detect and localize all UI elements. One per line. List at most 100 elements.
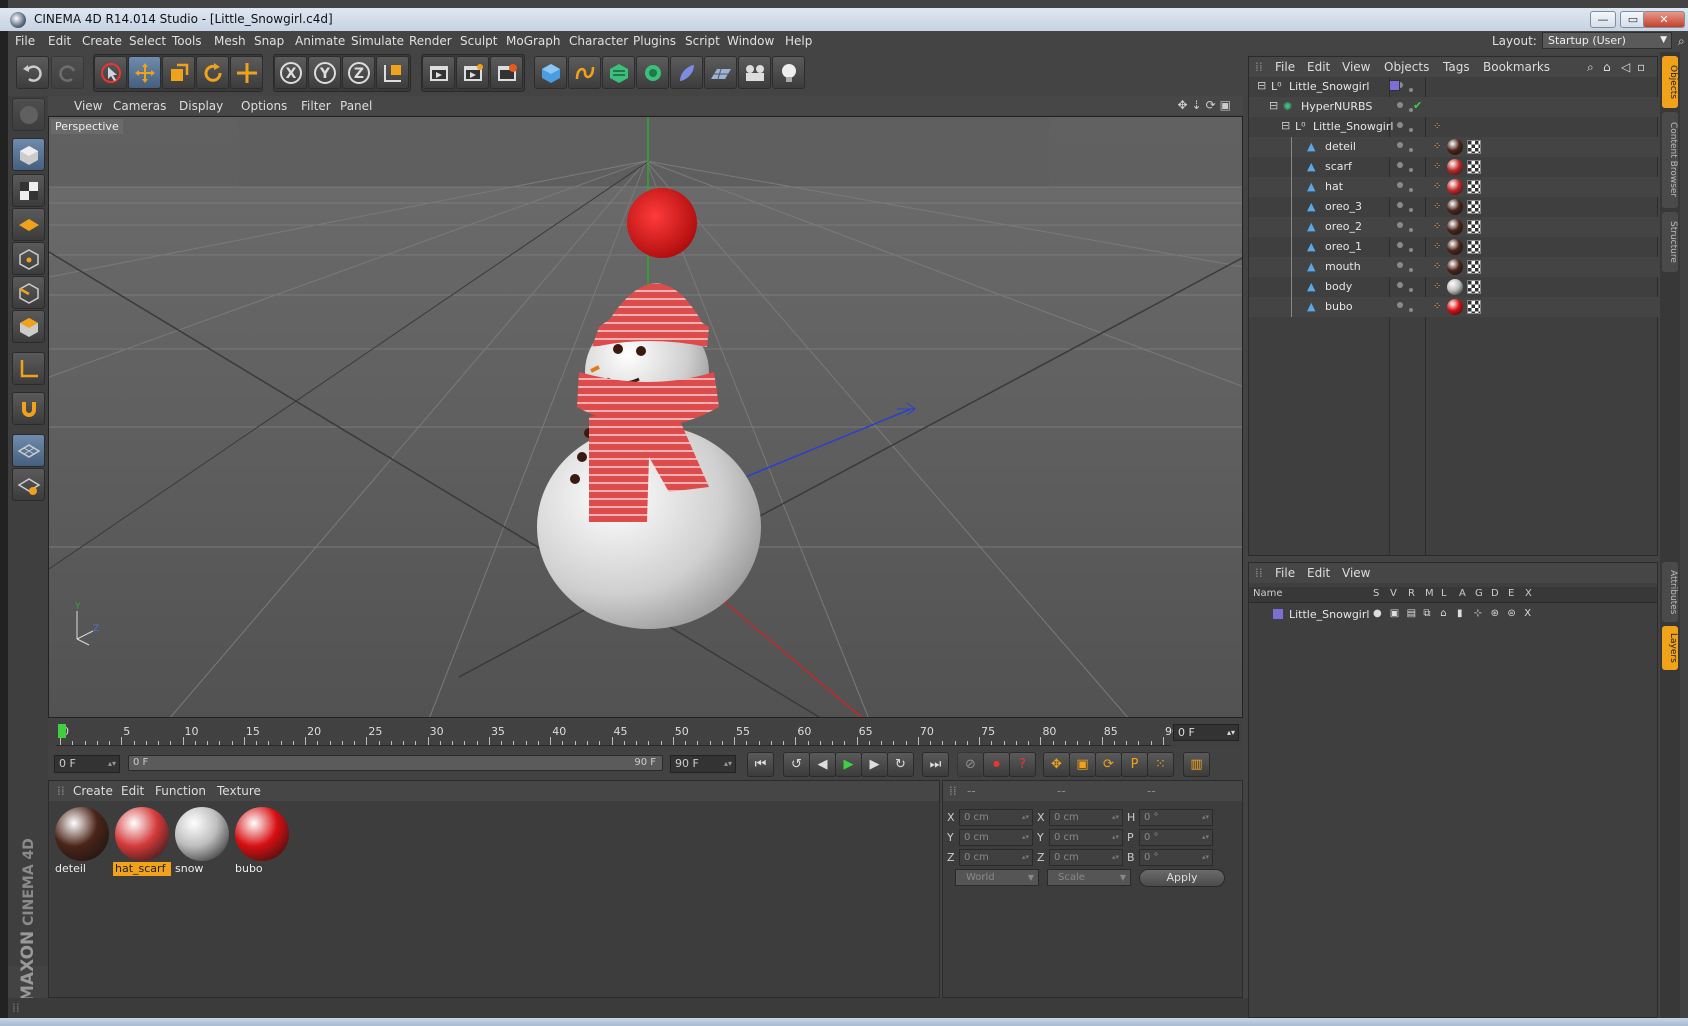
y-axis-icon[interactable]: Y <box>308 56 341 89</box>
material-tag-icon[interactable] <box>1447 299 1463 315</box>
mat-menu-texture[interactable]: Texture <box>217 784 261 798</box>
uvw-tag-icon[interactable] <box>1467 240 1481 254</box>
obj-menu-bookmarks[interactable]: Bookmarks <box>1483 60 1550 74</box>
menu-select[interactable]: Select <box>129 34 166 48</box>
phong-tag-icon[interactable]: ⁘ <box>1433 181 1443 192</box>
editor-visibility-dot[interactable] <box>1397 282 1403 288</box>
object-row-Little_Snowgirl[interactable]: ⊟ L⁰ Little_Snowgirl ⁘ <box>1249 117 1659 137</box>
workplane-icon[interactable] <box>12 208 45 241</box>
object-row-deteil[interactable]: ▲ deteil ⁘ <box>1249 137 1659 157</box>
material-tag-icon[interactable] <box>1447 159 1463 175</box>
editor-visibility-dot[interactable] <box>1397 122 1403 128</box>
grid-snap-icon[interactable] <box>12 468 45 501</box>
editor-visibility-dot[interactable] <box>1397 182 1403 188</box>
menu-help[interactable]: Help <box>785 34 812 48</box>
menu-render[interactable]: Render <box>409 34 452 48</box>
render-visibility-dot[interactable] <box>1409 308 1413 312</box>
go-to-end-button[interactable]: ⏭ <box>922 752 949 777</box>
expand-icon[interactable]: ⊟ <box>1257 79 1266 92</box>
go-to-start-button[interactable]: ⏮ <box>747 752 774 777</box>
layer-toggle-icon[interactable]: ▣ <box>1390 608 1399 619</box>
timeline-window-icon[interactable]: ▥ <box>1183 752 1210 777</box>
scale-icon[interactable] <box>162 56 195 89</box>
layer-color-swatch[interactable] <box>1389 80 1400 91</box>
array-icon[interactable] <box>636 56 669 89</box>
nurbs-icon[interactable] <box>602 56 635 89</box>
layer-toggle-icon[interactable]: ▮ <box>1457 608 1463 619</box>
menu-animate[interactable]: Animate <box>295 34 345 48</box>
object-row-oreo_3[interactable]: ▲ oreo_3 ⁘ <box>1249 197 1659 217</box>
stepper-icon[interactable]: ▴▾ <box>1112 830 1119 845</box>
material-bubo[interactable]: bubo <box>233 805 291 877</box>
layer-column-r[interactable]: R <box>1408 588 1415 599</box>
layer-menu-view[interactable]: View <box>1342 566 1370 580</box>
obj-menu-tags[interactable]: Tags <box>1443 60 1470 74</box>
camera-icon[interactable] <box>738 56 771 89</box>
move-icon[interactable] <box>128 56 161 89</box>
record-pla-icon[interactable]: ⁙ <box>1147 752 1174 777</box>
model-mode-icon[interactable] <box>12 138 45 171</box>
previous-frame-button[interactable]: ◀ <box>809 752 836 777</box>
end-frame-field[interactable]: 90 F ▴▾ <box>670 755 736 773</box>
layer-column-d[interactable]: D <box>1491 588 1499 599</box>
stepper-icon[interactable]: ▴▾ <box>1202 850 1209 865</box>
layer-column-name[interactable]: Name <box>1253 588 1283 599</box>
editor-visibility-dot[interactable] <box>1397 202 1403 208</box>
menu-mesh[interactable]: Mesh <box>214 34 246 48</box>
stepper-icon[interactable]: ▴▾ <box>724 756 732 772</box>
coord-value-field[interactable]: 0 cm ▴▾ <box>959 809 1033 826</box>
layer-menu-edit[interactable]: Edit <box>1307 566 1330 580</box>
perspective-viewport[interactable]: Y Z Perspective <box>48 116 1243 718</box>
timeline-ruler[interactable]: 051015202530354045505560657075808590 <box>56 722 1179 746</box>
tab-objects[interactable]: Objects <box>1662 56 1678 108</box>
stepper-icon[interactable]: ▴▾ <box>1202 810 1209 825</box>
stepper-icon[interactable]: ▴▾ <box>1022 830 1029 845</box>
uvw-tag-icon[interactable] <box>1467 300 1481 314</box>
add-object-icon[interactable] <box>230 56 263 89</box>
enabled-check-icon[interactable]: ✔ <box>1413 99 1422 112</box>
render-visibility-dot[interactable] <box>1409 88 1413 92</box>
home-icon[interactable]: ⌂ <box>1603 60 1611 74</box>
uvw-tag-icon[interactable] <box>1467 180 1481 194</box>
layer-toggle-icon[interactable]: ● <box>1373 608 1382 619</box>
render-visibility-dot[interactable] <box>1409 128 1413 132</box>
playhead[interactable] <box>58 724 66 738</box>
next-key-button[interactable]: ↻ <box>887 752 914 777</box>
expand-icon[interactable]: ⊟ <box>1281 119 1290 132</box>
search-icon[interactable]: ⌕ <box>1587 60 1594 75</box>
stepper-icon[interactable]: ▴▾ <box>1202 830 1209 845</box>
render-visibility-dot[interactable] <box>1409 188 1413 192</box>
coord-value-field[interactable]: 0 ° ▴▾ <box>1139 809 1213 826</box>
uvw-tag-icon[interactable] <box>1467 220 1481 234</box>
material-tag-icon[interactable] <box>1447 239 1463 255</box>
layer-toggle-icon[interactable]: ⊛ <box>1491 608 1499 619</box>
x-axis-icon[interactable]: X <box>274 56 307 89</box>
uvw-tag-icon[interactable] <box>1467 160 1481 174</box>
render-settings-icon[interactable] <box>490 56 523 89</box>
menu-character[interactable]: Character <box>569 34 628 48</box>
object-row-oreo_2[interactable]: ▲ oreo_2 ⁘ <box>1249 217 1659 237</box>
editor-visibility-dot[interactable] <box>1397 242 1403 248</box>
layer-column-e[interactable]: E <box>1508 588 1514 599</box>
undo-button[interactable] <box>16 56 49 89</box>
uvw-tag-icon[interactable] <box>1467 280 1481 294</box>
expand-icon[interactable]: ⊟ <box>1269 99 1278 112</box>
menu-snap[interactable]: Snap <box>254 34 284 48</box>
stepper-icon[interactable]: ▴▾ <box>1022 850 1029 865</box>
rotate-icon[interactable] <box>196 56 229 89</box>
back-icon[interactable]: ◁ <box>1621 60 1630 74</box>
frame-range-slider[interactable]: 0 F 90 F <box>128 755 663 771</box>
vp-menu-view[interactable]: View <box>74 99 102 113</box>
material-tag-icon[interactable] <box>1447 179 1463 195</box>
obj-menu-view[interactable]: View <box>1342 60 1370 74</box>
workplane-lock-icon[interactable] <box>12 434 45 467</box>
keyframe-selection-icon[interactable]: ⊘ <box>957 752 984 777</box>
record-rotation-icon[interactable]: ⟳ <box>1095 752 1122 777</box>
editor-visibility-dot[interactable] <box>1397 102 1403 108</box>
object-row-mouth[interactable]: ▲ mouth ⁘ <box>1249 257 1659 277</box>
viewport-nav-icons[interactable]: ✥⇣⟳▣ <box>1177 98 1235 112</box>
layer-toggle-icon[interactable]: X <box>1524 608 1531 619</box>
stepper-icon[interactable]: ▴▾ <box>1112 850 1119 865</box>
vp-menu-filter[interactable]: Filter <box>301 99 331 113</box>
material-tag-icon[interactable] <box>1447 219 1463 235</box>
